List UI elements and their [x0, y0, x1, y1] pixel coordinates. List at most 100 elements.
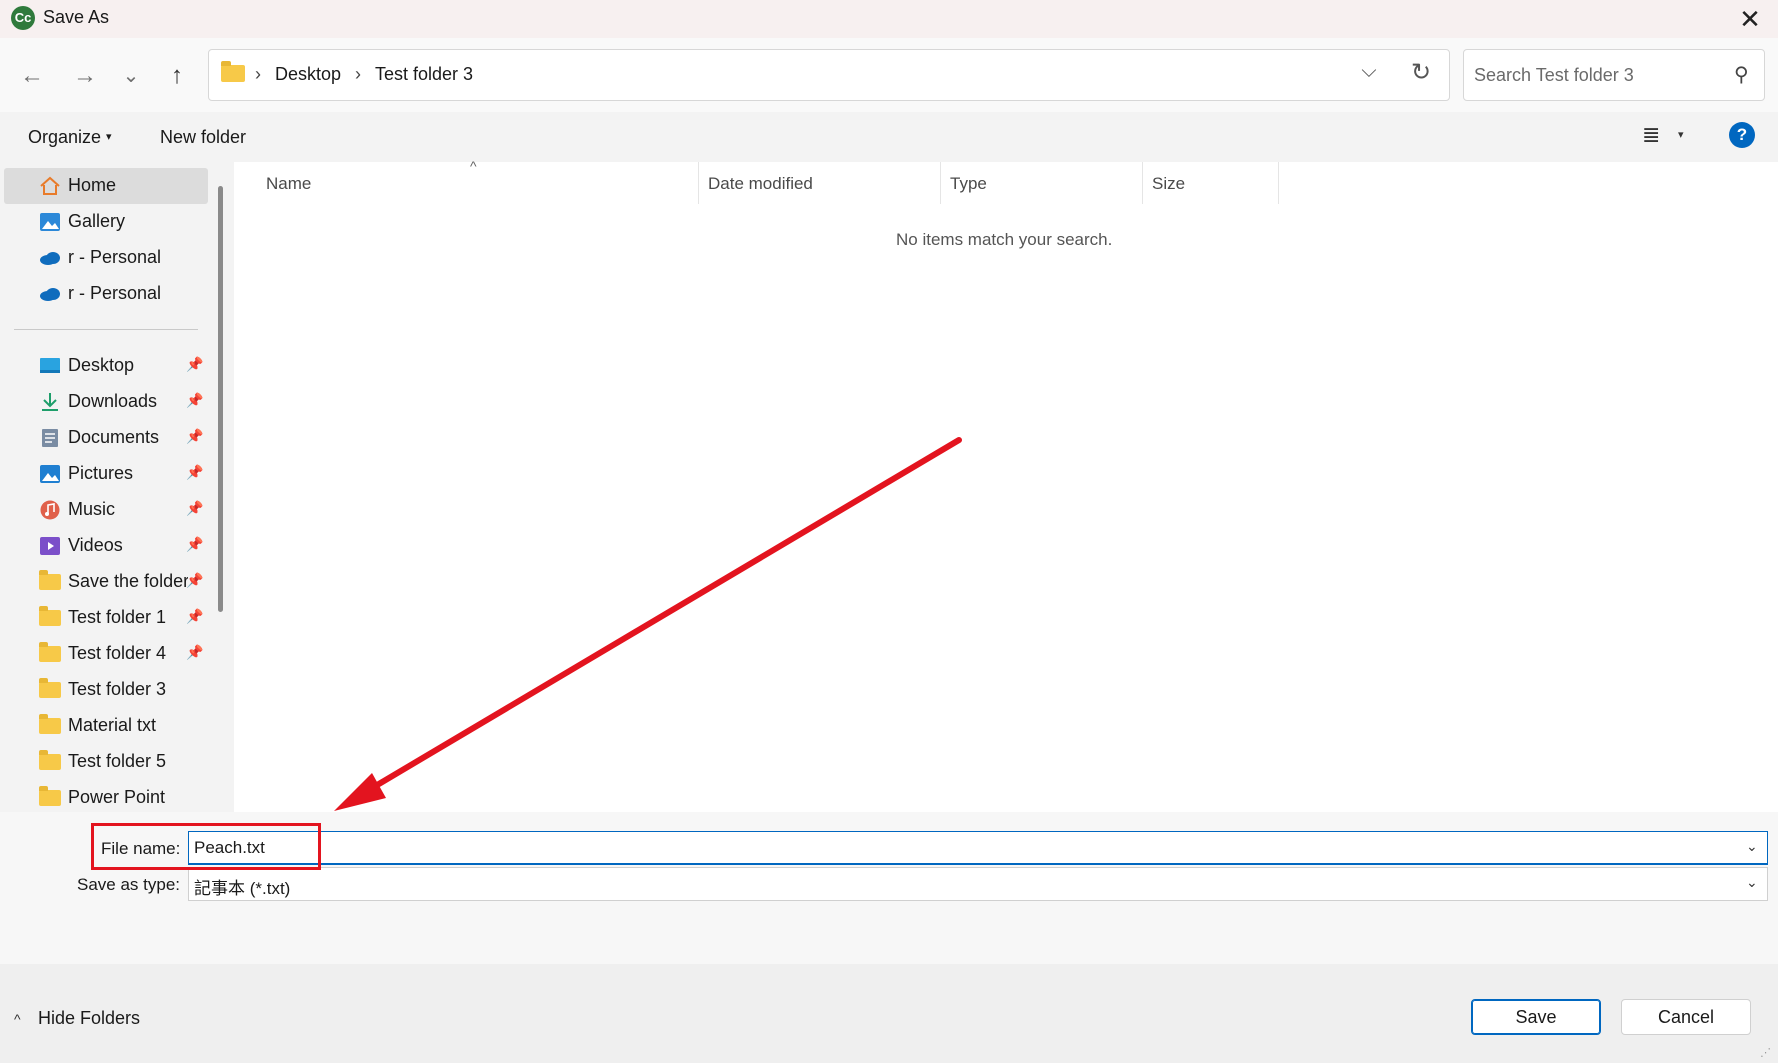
address-bar[interactable]: › Desktop › Test folder 3 ⌵ ↻	[208, 49, 1450, 101]
view-options-icon[interactable]: ≣	[1642, 122, 1660, 148]
pin-icon[interactable]: 📌	[186, 500, 203, 517]
column-divider[interactable]	[1142, 162, 1143, 204]
sidebar-item-label: Desktop	[68, 355, 135, 375]
recent-locations-button[interactable]: ⌄	[113, 58, 149, 94]
command-bar: Organize ▾ New folder ≣ ▾ ?	[0, 112, 1778, 162]
save-button[interactable]: Save	[1471, 999, 1601, 1035]
sidebar-item-test-folder-4[interactable]: Test folder 4 📌	[4, 636, 208, 672]
hide-folders-button[interactable]: Hide Folders	[38, 1008, 140, 1029]
sidebar-item-label: Music	[68, 499, 116, 519]
search-box[interactable]: Search Test folder 3 ⚲	[1463, 49, 1765, 101]
sidebar-divider	[14, 329, 198, 330]
back-button[interactable]: ←	[14, 58, 50, 94]
navigation-bar: ← → ⌄ ↑ › Desktop › Test folder 3 ⌵ ↻ Se…	[0, 38, 1778, 112]
new-folder-button[interactable]: New folder	[160, 127, 246, 148]
caret-down-icon[interactable]: ▾	[1678, 128, 1684, 141]
onedrive-icon	[40, 288, 60, 301]
sidebar-item-desktop[interactable]: Desktop 📌	[4, 348, 208, 384]
organize-button[interactable]: Organize	[28, 127, 101, 148]
cancel-button[interactable]: Cancel	[1621, 999, 1751, 1035]
column-divider[interactable]	[1278, 162, 1279, 204]
pictures-icon	[40, 465, 60, 483]
sidebar-item-music[interactable]: Music 📌	[4, 492, 208, 528]
pin-icon[interactable]: 📌	[186, 464, 203, 481]
documents-icon	[42, 429, 58, 447]
save-as-type-label: Save as type:	[77, 875, 181, 894]
sidebar-item-pictures[interactable]: Pictures 📌	[4, 456, 208, 492]
column-divider[interactable]	[698, 162, 699, 204]
sidebar-scrollbar[interactable]	[218, 186, 223, 612]
onedrive-icon	[40, 252, 60, 265]
column-header-type[interactable]: Type	[950, 174, 987, 194]
sidebar-item-label: Test folder 4	[68, 643, 167, 663]
sidebar-item-label: Pictures	[68, 463, 134, 483]
annotation-highlight-box	[91, 823, 321, 870]
column-header-name[interactable]: Name	[266, 174, 311, 194]
sidebar-item-test-folder-1[interactable]: Test folder 1 📌	[4, 600, 208, 636]
sidebar-item-label: Test folder 1	[68, 607, 167, 627]
chevron-down-icon[interactable]: ⌄	[1746, 838, 1758, 855]
breadcrumb-separator: ›	[255, 64, 261, 84]
music-icon	[40, 500, 60, 520]
chevron-down-icon[interactable]: ⌵	[1354, 60, 1384, 90]
sidebar-item-label: Home	[68, 175, 117, 195]
title-bar: Cc Save As ✕	[0, 0, 1778, 38]
save-as-type-select[interactable]: 記事本 (*.txt)	[188, 867, 1768, 901]
chevron-down-icon[interactable]: ⌄	[1746, 874, 1758, 891]
sidebar-item-onedrive-1[interactable]: r - Personal	[4, 240, 208, 276]
close-button[interactable]: ✕	[1730, 2, 1770, 36]
navigation-pane: Home Gallery r - Personal r - Personal D…	[0, 162, 212, 812]
pin-icon[interactable]: 📌	[186, 608, 203, 625]
sidebar-item-save-the-folder[interactable]: Save the folder 📌	[4, 564, 208, 600]
videos-icon	[40, 537, 60, 555]
sidebar-item-label: r - Personal	[68, 283, 162, 303]
chevron-up-icon[interactable]: ^	[14, 1011, 21, 1027]
resize-grip-icon[interactable]: ⋰	[1760, 1046, 1771, 1059]
app-icon: Cc	[11, 6, 35, 30]
sidebar-item-label: r - Personal	[68, 247, 162, 267]
sidebar-item-label: Documents	[68, 427, 160, 447]
sidebar-item-home[interactable]: Home	[4, 168, 208, 204]
sidebar-item-test-folder-3[interactable]: Test folder 3	[4, 672, 208, 708]
gallery-icon	[40, 213, 60, 231]
sidebar-item-label: Save the folder	[68, 571, 188, 591]
breadcrumb-desktop[interactable]: Desktop	[275, 64, 341, 85]
sidebar-item-videos[interactable]: Videos 📌	[4, 528, 208, 564]
folder-icon	[39, 606, 61, 626]
pin-icon[interactable]: 📌	[186, 428, 203, 445]
sidebar-item-power-point[interactable]: Power Point	[4, 780, 208, 812]
sidebar-item-label: Downloads	[68, 391, 158, 411]
sidebar-item-test-folder-5[interactable]: Test folder 5	[4, 744, 208, 780]
save-form: File name: ⌄ Save as type: 記事本 (*.txt) ⌄	[0, 812, 1778, 964]
pin-icon[interactable]: 📌	[186, 572, 203, 589]
column-divider[interactable]	[940, 162, 941, 204]
sidebar-item-onedrive-2[interactable]: r - Personal	[4, 276, 208, 312]
folder-icon	[39, 714, 61, 734]
refresh-icon[interactable]: ↻	[1405, 58, 1437, 90]
desktop-icon	[40, 358, 60, 373]
caret-down-icon[interactable]: ▾	[106, 130, 112, 143]
column-header-date-modified[interactable]: Date modified	[708, 174, 813, 194]
pin-icon[interactable]: 📌	[186, 356, 203, 373]
pin-icon[interactable]: 📌	[186, 644, 203, 661]
pin-icon[interactable]: 📌	[186, 392, 203, 409]
sort-indicator-icon: ^	[470, 158, 477, 174]
folder-icon	[221, 61, 245, 82]
up-button[interactable]: ↑	[159, 58, 195, 94]
folder-icon	[39, 570, 61, 590]
breadcrumb-test-folder-3[interactable]: Test folder 3	[375, 64, 473, 85]
home-icon	[40, 176, 60, 195]
column-header-size[interactable]: Size	[1152, 174, 1185, 194]
pin-icon[interactable]: 📌	[186, 536, 203, 553]
file-name-input[interactable]	[188, 831, 1768, 865]
sidebar-item-documents[interactable]: Documents 📌	[4, 420, 208, 456]
help-icon[interactable]: ?	[1729, 122, 1755, 148]
search-icon[interactable]: ⚲	[1734, 62, 1749, 87]
sidebar-item-gallery[interactable]: Gallery	[4, 204, 208, 240]
sidebar-item-material-txt[interactable]: Material txt	[4, 708, 208, 744]
sidebar-item-label: Test folder 3	[68, 679, 167, 699]
sidebar-item-downloads[interactable]: Downloads 📌	[4, 384, 208, 420]
search-input[interactable]: Search Test folder 3	[1474, 65, 1634, 86]
forward-button[interactable]: →	[67, 58, 103, 94]
sidebar-item-label: Test folder 5	[68, 751, 167, 771]
